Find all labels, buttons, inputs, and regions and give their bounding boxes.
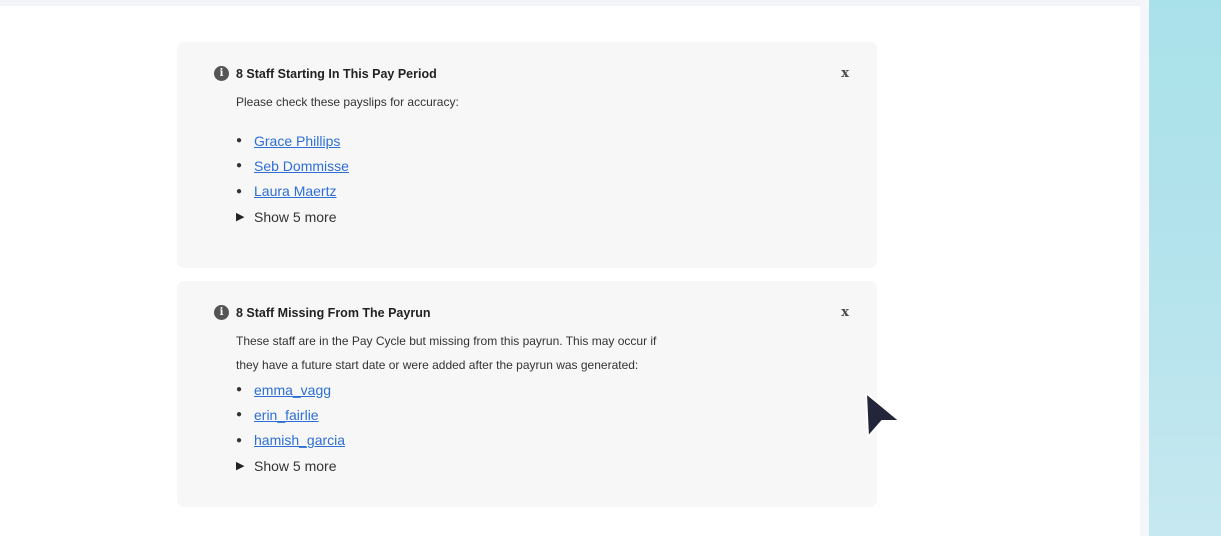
side-panel — [1149, 0, 1221, 536]
close-button[interactable]: x — [841, 305, 849, 320]
list-item: ● hamish_garcia — [236, 428, 345, 453]
notice-staff-starting: i 8 Staff Starting In This Pay Period x … — [177, 42, 877, 268]
staff-list: ● emma_vagg ● erin_fairlie ● hamish_garc… — [236, 377, 345, 478]
triangle-right-icon: ▶ — [236, 211, 245, 224]
info-icon: i — [214, 66, 229, 81]
bullet: ● — [236, 185, 243, 197]
notice-title: 8 Staff Starting In This Pay Period — [236, 67, 437, 81]
staff-link[interactable]: Seb Dommisse — [254, 158, 349, 174]
staff-list: ● Grace Phillips ● Seb Dommisse ● Laura … — [236, 128, 349, 229]
bullet: ● — [236, 160, 243, 172]
staff-link[interactable]: emma_vagg — [254, 382, 331, 398]
scroll-gutter — [1140, 0, 1149, 536]
triangle-right-icon: ▶ — [236, 460, 245, 473]
bullet: ● — [236, 409, 243, 421]
staff-link[interactable]: Grace Phillips — [254, 133, 340, 149]
staff-link[interactable]: Laura Maertz — [254, 183, 336, 199]
notice-description: These staff are in the Pay Cycle but mis… — [236, 329, 706, 377]
description-line: they have a future start date or were ad… — [236, 358, 639, 372]
notice-staff-missing: i 8 Staff Missing From The Payrun x Thes… — [177, 281, 877, 507]
show-more-toggle[interactable]: ▶ Show 5 more — [236, 204, 349, 229]
list-item: ● erin_fairlie — [236, 402, 345, 427]
list-item: ● emma_vagg — [236, 377, 345, 402]
bullet: ● — [236, 135, 243, 147]
top-strip — [0, 0, 1140, 6]
mouse-cursor-icon — [865, 392, 901, 438]
bullet: ● — [236, 384, 243, 396]
bullet: ● — [236, 434, 243, 446]
close-button[interactable]: x — [841, 66, 849, 81]
show-more-label: Show 5 more — [254, 457, 337, 474]
notice-title: 8 Staff Missing From The Payrun — [236, 306, 431, 320]
staff-link[interactable]: erin_fairlie — [254, 407, 319, 423]
list-item: ● Seb Dommisse — [236, 153, 349, 178]
list-item: ● Laura Maertz — [236, 179, 349, 204]
show-more-toggle[interactable]: ▶ Show 5 more — [236, 453, 345, 478]
info-icon: i — [214, 305, 229, 320]
description-line: These staff are in the Pay Cycle but mis… — [236, 334, 657, 348]
staff-link[interactable]: hamish_garcia — [254, 432, 345, 448]
show-more-label: Show 5 more — [254, 208, 337, 225]
list-item: ● Grace Phillips — [236, 128, 349, 153]
notice-description: Please check these payslips for accuracy… — [236, 95, 459, 109]
